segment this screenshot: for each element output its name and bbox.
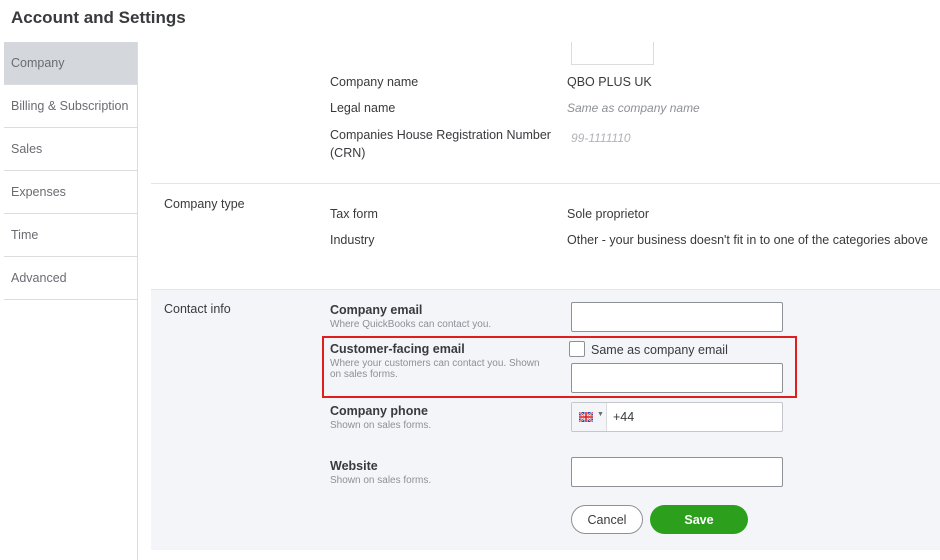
contact-info-panel [151,289,940,550]
sidebar-item-company[interactable]: Company [4,42,137,85]
company-email-hint: Where QuickBooks can contact you. [330,319,492,330]
company-phone-label: Company phone [330,404,428,418]
chevron-down-icon: ▼ [597,411,604,418]
crn-value: 99-1111110 [571,131,631,145]
legal-name-value: Same as company name [567,101,700,115]
tax-form-label: Tax form [330,207,378,221]
crn-label-line2: (CRN) [330,146,366,160]
sidebar-item-time[interactable]: Time [4,214,137,257]
website-hint: Shown on sales forms. [330,475,432,486]
cancel-button[interactable]: Cancel [571,505,643,534]
company-phone-value: +44 [613,410,635,424]
company-name-value: QBO PLUS UK [567,75,652,89]
industry-value: Other - your business doesn't fit in to … [567,233,928,247]
website-input[interactable] [571,457,783,487]
website-label: Website [330,459,378,473]
company-phone-field[interactable]: ▼ +44 [571,402,783,432]
save-button[interactable]: Save [650,505,748,534]
page-title: Account and Settings [11,8,186,27]
company-phone-hint: Shown on sales forms. [330,420,432,431]
crn-label-line1: Companies House Registration Number [330,128,551,142]
company-email-input[interactable] [571,302,783,332]
uk-flag-icon [579,412,593,422]
industry-label: Industry [330,233,375,247]
sidebar-divider [137,42,138,560]
section-divider [151,183,940,184]
company-type-section-label: Company type [164,197,245,211]
sidebar-item-billing[interactable]: Billing & Subscription [4,85,137,128]
highlight-annotation-box [322,336,797,398]
settings-sidebar: Company Billing & Subscription Sales Exp… [4,42,137,300]
contact-info-section-label: Contact info [164,302,231,316]
sidebar-item-advanced[interactable]: Advanced [4,257,137,300]
sidebar-item-expenses[interactable]: Expenses [4,171,137,214]
company-name-label: Company name [330,75,419,89]
company-logo-box[interactable] [571,42,654,65]
company-email-label: Company email [330,303,423,317]
legal-name-label: Legal name [330,101,396,115]
tax-form-value: Sole proprietor [567,207,649,221]
country-code-dropdown[interactable]: ▼ [572,403,607,431]
sidebar-item-sales[interactable]: Sales [4,128,137,171]
